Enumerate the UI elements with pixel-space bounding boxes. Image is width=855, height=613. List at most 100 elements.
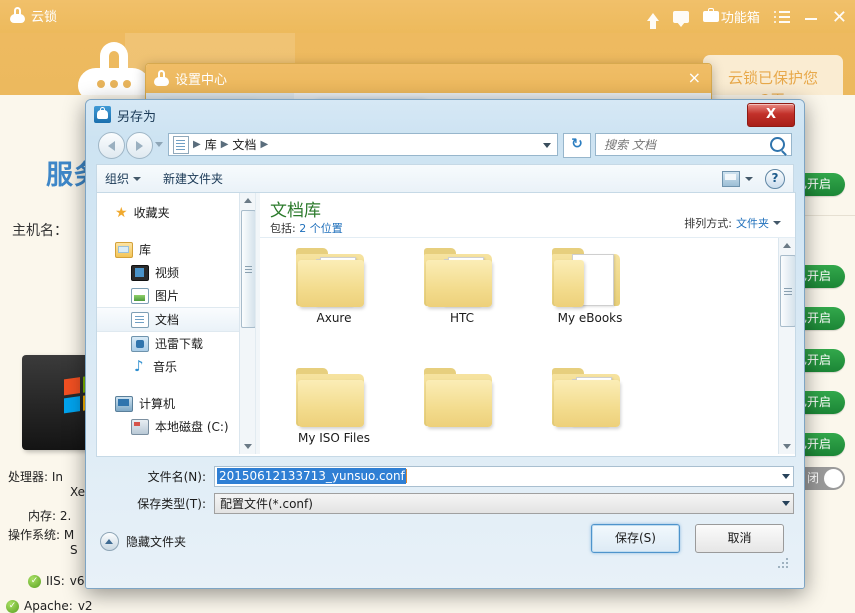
dialog-titlebar: 另存为 X xyxy=(86,100,804,130)
sidebar-item-videos[interactable]: 视频 xyxy=(97,261,255,284)
scroll-down-button[interactable] xyxy=(779,439,794,454)
list-item[interactable] xyxy=(526,366,654,454)
upload-icon[interactable] xyxy=(647,13,659,21)
chevron-down-icon[interactable] xyxy=(782,474,790,479)
file-name: HTC xyxy=(450,311,474,325)
app-brand: 云锁 xyxy=(10,6,57,25)
breadcrumb-item-documents[interactable]: 文档 xyxy=(229,136,259,153)
app-titlebar: 云锁 功能箱 ✕ xyxy=(0,0,855,33)
check-icon: ✓ xyxy=(28,575,41,588)
check-icon: ✓ xyxy=(6,600,19,613)
help-button[interactable]: ? xyxy=(765,169,785,189)
menu-icon[interactable] xyxy=(774,11,790,23)
filetype-select[interactable]: 配置文件(*.conf) xyxy=(214,493,794,514)
close-icon[interactable]: ✕ xyxy=(832,10,847,24)
hide-folders-label: 隐藏文件夹 xyxy=(126,533,186,550)
sidebar-item-libraries[interactable]: 库 xyxy=(97,238,255,261)
download-icon xyxy=(131,336,149,352)
resize-grip[interactable] xyxy=(778,558,790,570)
organize-button[interactable]: 组织 xyxy=(105,170,141,187)
file-list-scrollbar[interactable] xyxy=(778,238,795,454)
search-input[interactable] xyxy=(602,137,770,153)
chevron-down-icon[interactable] xyxy=(543,143,551,148)
forward-button[interactable] xyxy=(126,132,153,159)
sidebar-item-music[interactable]: 音乐 xyxy=(97,355,255,378)
scrollbar-thumb[interactable] xyxy=(780,255,795,327)
service-apache: ✓ Apache:v2 xyxy=(6,599,93,613)
folder-icon xyxy=(424,366,500,428)
cancel-button[interactable]: 取消 xyxy=(695,524,784,553)
folder-icon xyxy=(552,366,628,428)
dialog-toolbar: 组织 新建文件夹 ? xyxy=(96,164,794,192)
sidebar-item-computer[interactable]: 计算机 xyxy=(97,392,255,415)
list-item[interactable]: Axure xyxy=(270,246,398,366)
cpu-spec-line2: Xe xyxy=(70,485,85,499)
arrange-value[interactable]: 文件夹 xyxy=(736,215,769,231)
new-folder-button[interactable]: 新建文件夹 xyxy=(163,170,223,187)
file-list-pane: 文档库 包括: 2 个位置 排列方式: 文件夹 xyxy=(260,193,795,454)
list-item[interactable] xyxy=(398,366,526,454)
tree-label: 音乐 xyxy=(153,358,177,375)
chevron-down-icon[interactable] xyxy=(773,221,781,225)
tree-label: 文档 xyxy=(155,311,179,328)
library-locations-link[interactable]: 2 个位置 xyxy=(299,222,343,235)
search-box[interactable] xyxy=(595,133,792,156)
hide-folders-button[interactable]: 隐藏文件夹 xyxy=(100,532,186,551)
document-icon xyxy=(131,312,149,328)
scroll-up-button[interactable] xyxy=(240,193,255,208)
app-title: 云锁 xyxy=(31,6,57,25)
filename-input[interactable]: 20150612133713_yunsuo.conf xyxy=(214,466,794,487)
back-button[interactable] xyxy=(98,132,125,159)
os-spec-line2: S xyxy=(70,543,78,557)
protection-line1: 云锁已保护您 xyxy=(703,67,843,89)
address-bar-row: ▶ 库 ▶ 文档 ▶ ↻ xyxy=(86,130,804,162)
minimize-icon[interactable] xyxy=(804,10,818,24)
sidebar-item-favorites[interactable]: ★ 收藏夹 xyxy=(97,201,255,224)
filename-row: 文件名(N): 20150612133713_yunsuo.conf xyxy=(96,465,794,487)
save-button[interactable]: 保存(S) xyxy=(591,524,680,553)
view-mode-icon xyxy=(722,171,740,187)
breadcrumb-item-library[interactable]: 库 xyxy=(202,136,220,153)
document-library-icon xyxy=(173,136,189,154)
save-as-dialog[interactable]: 另存为 X ▶ 库 ▶ 文档 ▶ ↻ 组织 xyxy=(85,99,805,589)
file-name: My eBooks xyxy=(558,311,623,325)
sidebar-item-pictures[interactable]: 图片 xyxy=(97,284,255,307)
sidebar-item-local-disk-c[interactable]: 本地磁盘 (C:) xyxy=(97,415,255,438)
chevron-up-icon xyxy=(244,198,252,203)
scrollbar-thumb[interactable] xyxy=(241,210,255,328)
scroll-down-button[interactable] xyxy=(240,439,255,454)
settings-title-text: 设置中心 xyxy=(175,69,227,88)
close-button[interactable]: X xyxy=(747,103,795,127)
dialog-footer: 隐藏文件夹 保存(S) 取消 xyxy=(96,518,794,572)
nav-scrollbar[interactable] xyxy=(239,193,255,454)
scroll-up-button[interactable] xyxy=(779,238,794,253)
breadcrumb-separator: ▶ xyxy=(259,139,269,150)
cloud-lock-icon xyxy=(10,7,25,24)
search-icon xyxy=(770,137,785,152)
navigation-pane: ★ 收藏夹 库 视频 图片 文档 xyxy=(97,193,255,454)
cpu-spec: 处理器: In xyxy=(8,468,63,485)
refresh-button[interactable]: ↻ xyxy=(563,133,591,158)
music-icon xyxy=(131,360,147,374)
list-item[interactable]: HTC xyxy=(398,246,526,366)
history-dropdown-icon[interactable] xyxy=(155,142,163,147)
titlebar-actions: 功能箱 ✕ xyxy=(647,0,847,33)
close-icon[interactable]: × xyxy=(688,70,701,86)
toolbox-button[interactable]: 功能箱 xyxy=(703,7,760,26)
chevron-down-icon[interactable] xyxy=(782,501,790,506)
cloud-lock-icon xyxy=(154,70,169,87)
list-item[interactable]: My eBooks xyxy=(526,246,654,366)
breadcrumb[interactable]: ▶ 库 ▶ 文档 ▶ xyxy=(168,133,558,156)
toolbox-label: 功能箱 xyxy=(721,7,760,26)
filetype-label: 保存类型(T): xyxy=(96,495,214,512)
view-mode-button[interactable] xyxy=(722,171,753,187)
computer-icon xyxy=(115,396,133,412)
text-caret xyxy=(406,469,407,483)
list-item[interactable]: My ISO Files xyxy=(270,366,398,454)
tree-label: 迅雷下载 xyxy=(155,335,203,352)
settings-titlebar: 设置中心 × xyxy=(146,64,711,93)
sidebar-item-thunder-download[interactable]: 迅雷下载 xyxy=(97,332,255,355)
sidebar-item-documents[interactable]: 文档 xyxy=(97,307,255,332)
memory-spec: 内存: 2. xyxy=(28,507,71,524)
feedback-icon[interactable] xyxy=(673,11,689,23)
